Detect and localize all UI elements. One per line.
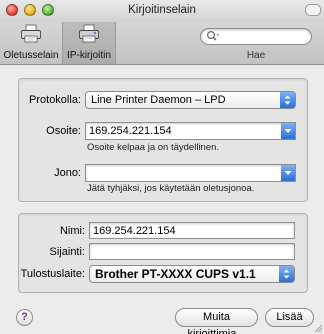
toolbar-item-label: IP-kirjoitin bbox=[67, 50, 111, 61]
search-area: Hae bbox=[200, 28, 312, 61]
protocol-label: Protokolla: bbox=[29, 94, 81, 106]
driver-value: Brother PT-XXXX CUPS v1.1 bbox=[95, 267, 256, 281]
ip-printer-icon bbox=[79, 24, 99, 43]
address-label: Osoite: bbox=[46, 125, 81, 137]
address-input[interactable] bbox=[89, 124, 274, 138]
chevron-down-icon[interactable] bbox=[281, 123, 295, 139]
search-input[interactable] bbox=[223, 30, 307, 43]
printer-browser-window: Kirjoitinselain Oletusselain IP-kirjoiti bbox=[0, 0, 324, 334]
toolbar: Oletusselain IP-kirjoitin Hae bbox=[0, 22, 324, 65]
queue-label: Jono: bbox=[54, 167, 81, 179]
location-label: Sijainti: bbox=[49, 246, 85, 258]
driver-label: Tulostuslaite: bbox=[20, 268, 85, 280]
location-field[interactable] bbox=[89, 243, 295, 260]
resize-grip-icon[interactable] bbox=[313, 323, 323, 333]
printer-icon bbox=[21, 24, 41, 43]
chevron-down-icon[interactable] bbox=[281, 165, 295, 181]
printer-details-group: Nimi: Sijainti: Tulostuslaite: Brother P… bbox=[18, 213, 308, 293]
toolbar-item-default-browser[interactable]: Oletusselain bbox=[0, 22, 62, 64]
search-label: Hae bbox=[246, 50, 266, 61]
queue-combo[interactable] bbox=[85, 164, 296, 182]
driver-popup[interactable]: Brother PT-XXXX CUPS v1.1 bbox=[89, 265, 295, 283]
window-title: Kirjoitinselain bbox=[128, 4, 196, 16]
more-printers-button[interactable]: Muita kirjoittimia... bbox=[175, 308, 258, 334]
protocol-value: Line Printer Daemon – LPD bbox=[91, 94, 226, 106]
search-icon bbox=[206, 30, 219, 41]
toolbar-toggle-button[interactable] bbox=[305, 4, 321, 16]
name-input[interactable] bbox=[93, 224, 291, 237]
toolbar-item-label: Oletusselain bbox=[3, 50, 59, 61]
add-button[interactable]: Lisää bbox=[265, 308, 314, 327]
help-button[interactable]: ? bbox=[16, 309, 33, 326]
location-input[interactable] bbox=[93, 245, 291, 258]
queue-hint: Jätä tyhjäksi, jos käytetään oletusjonoa… bbox=[87, 183, 255, 194]
queue-input[interactable] bbox=[89, 166, 274, 180]
title-bar[interactable]: Kirjoitinselain bbox=[0, 0, 324, 22]
search-field[interactable] bbox=[200, 28, 312, 45]
name-label: Nimi: bbox=[59, 225, 85, 237]
popup-arrows-icon bbox=[279, 266, 294, 282]
address-combo[interactable] bbox=[85, 122, 296, 140]
name-field[interactable] bbox=[89, 222, 295, 239]
connection-settings-group: Protokolla: Line Printer Daemon – LPD Os… bbox=[18, 78, 308, 202]
toolbar-item-ip-printer[interactable]: IP-kirjoitin bbox=[62, 22, 116, 64]
protocol-popup[interactable]: Line Printer Daemon – LPD bbox=[85, 91, 296, 109]
address-hint: Osoite kelpaa ja on täydellinen. bbox=[87, 142, 220, 153]
popup-arrows-icon bbox=[280, 92, 295, 108]
